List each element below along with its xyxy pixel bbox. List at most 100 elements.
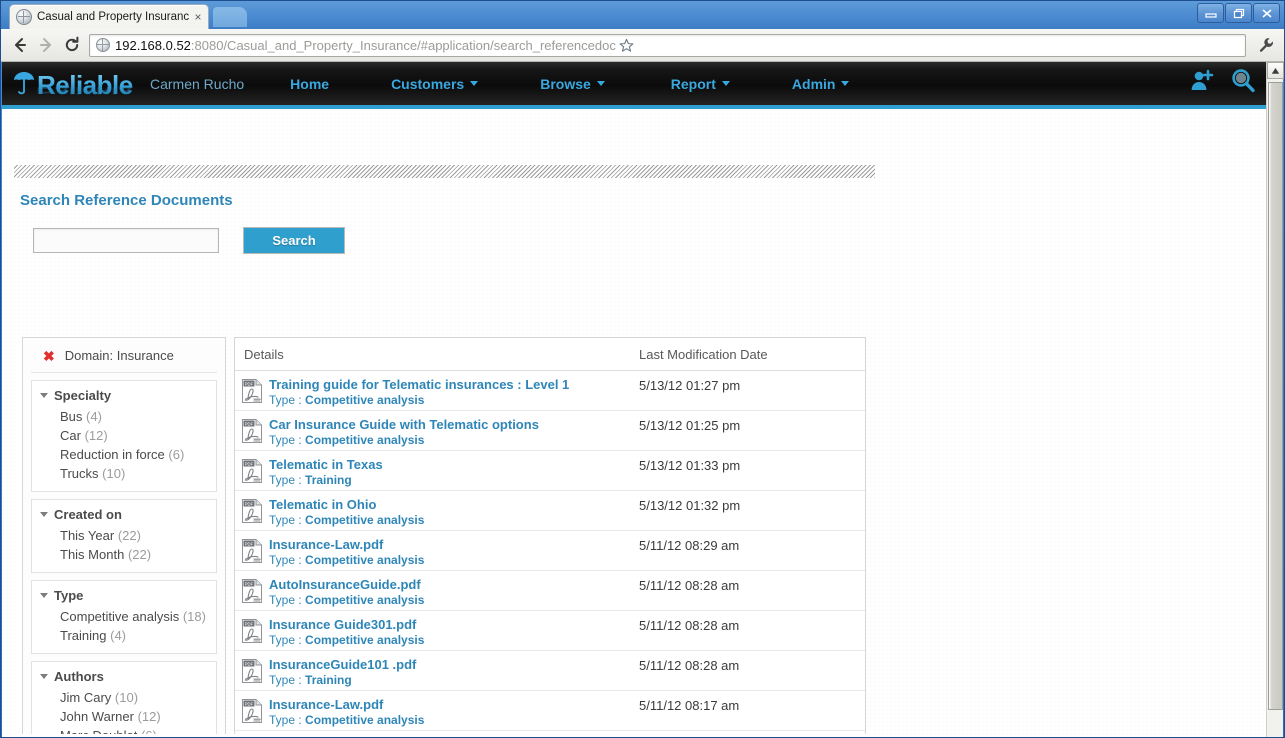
svg-text:Adobe: Adobe bbox=[252, 519, 261, 523]
facet-item[interactable]: Jim Cary (10) bbox=[32, 688, 216, 707]
document-title-link[interactable]: AutoInsuranceGuide.pdf bbox=[269, 577, 639, 593]
facet-item[interactable]: Competitive analysis (18) bbox=[32, 607, 216, 626]
document-type-value: Competitive analysis bbox=[305, 433, 425, 447]
pdf-file-icon: PDF Adobe bbox=[235, 377, 269, 404]
bookmark-star-icon[interactable] bbox=[616, 38, 638, 53]
svg-text:PDF: PDF bbox=[245, 461, 254, 466]
table-row[interactable]: PDF Adobe InsuranceGuide101 .pdf Type : Tra… bbox=[235, 651, 865, 691]
forward-button[interactable] bbox=[33, 32, 59, 58]
site-logo[interactable]: Reliable Reliable bbox=[12, 69, 134, 99]
page-scrollbar[interactable] bbox=[1266, 62, 1284, 737]
document-type-prefix: Type : bbox=[269, 553, 306, 567]
table-row[interactable]: PDF Adobe Telematic in Ohio Type : Competit… bbox=[235, 491, 865, 531]
browser-tab-title: Casual and Property Insuranc bbox=[37, 11, 190, 23]
facet-group-header[interactable]: Authors bbox=[32, 668, 216, 688]
facet-group-title: Created on bbox=[54, 507, 122, 522]
document-type: Type : Competitive analysis bbox=[269, 713, 639, 728]
table-row[interactable]: PDFAdobeInsurance Guide301.pdfType : Com… bbox=[235, 611, 865, 651]
last-modification-date: 5/11/12 08:29 am bbox=[639, 538, 740, 553]
facet-item[interactable]: Car (12) bbox=[32, 426, 216, 445]
result-details: Insurance Guide301.pdf Type : Competitive… bbox=[269, 617, 639, 648]
facet-group-type: Type Competitive analysis (18) Training … bbox=[31, 580, 217, 654]
svg-text:PDF: PDF bbox=[245, 501, 254, 506]
table-row[interactable]: PDFAdobeInsurance Guide301.pdfType : Com… bbox=[235, 731, 865, 734]
search-button[interactable]: Search bbox=[243, 227, 345, 254]
facet-item[interactable]: Marc Doublet (6) bbox=[32, 726, 216, 734]
minimize-button[interactable] bbox=[1197, 3, 1224, 23]
column-header-date[interactable]: Last Modification Date bbox=[639, 347, 768, 362]
document-title-link[interactable]: Insurance-Law.pdf bbox=[269, 537, 639, 553]
chrome-menu-wrench-icon[interactable] bbox=[1252, 32, 1280, 58]
add-user-icon[interactable] bbox=[1189, 68, 1215, 99]
facet-item[interactable]: John Warner (12) bbox=[32, 707, 216, 726]
nav-item-admin-label: Admin bbox=[791, 75, 836, 92]
facet-item[interactable]: Reduction in force (6) bbox=[32, 445, 216, 464]
back-button[interactable] bbox=[7, 32, 33, 58]
document-type: Type : Competitive analysis bbox=[269, 553, 639, 568]
reload-button[interactable] bbox=[59, 32, 85, 58]
document-type-value: Training bbox=[305, 473, 352, 487]
svg-text:PDF: PDF bbox=[245, 621, 254, 626]
table-row[interactable]: PDF Adobe Insurance-Law.pdf Type : Competit… bbox=[235, 691, 865, 731]
active-filter-domain[interactable]: ✖ Domain: Insurance bbox=[31, 338, 217, 373]
document-title-link[interactable]: Insurance-Law.pdf bbox=[269, 697, 639, 713]
facet-item[interactable]: Training (4) bbox=[32, 626, 216, 645]
table-row[interactable]: PDF Adobe Training guide for Telematic ins… bbox=[235, 371, 865, 411]
last-modification-date: 5/11/12 08:28 am bbox=[639, 578, 740, 593]
address-bar[interactable]: 192.168.0.52:8080/Casual_and_Property_In… bbox=[89, 33, 1246, 57]
nav-item-customers[interactable]: Customers bbox=[391, 76, 479, 92]
document-title-link[interactable]: InsuranceGuide101 .pdf bbox=[269, 657, 639, 673]
close-window-button[interactable] bbox=[1253, 3, 1280, 23]
document-title-link[interactable]: Training guide for Telematic insurances … bbox=[269, 377, 639, 393]
svg-text:Adobe: Adobe bbox=[252, 479, 261, 483]
last-modification-date: 5/11/12 08:28 am bbox=[639, 658, 740, 673]
facet-group-header[interactable]: Created on bbox=[32, 506, 216, 526]
table-row[interactable]: PDF Adobe Car Insurance Guide with Telemat… bbox=[235, 411, 865, 451]
document-title-link[interactable]: Telematic in Ohio bbox=[269, 497, 639, 513]
scroll-up-arrow-icon[interactable] bbox=[1267, 62, 1284, 79]
pdf-file-icon: PDF Adobe bbox=[235, 497, 269, 524]
facet-group-header[interactable]: Type bbox=[32, 587, 216, 607]
browser-tab[interactable]: Casual and Property Insuranc × bbox=[9, 4, 209, 29]
nav-item-home-label: Home bbox=[290, 75, 330, 92]
facet-item[interactable]: Bus (4) bbox=[32, 407, 216, 426]
facet-item[interactable]: This Year (22) bbox=[32, 526, 216, 545]
column-header-details[interactable]: Details bbox=[235, 347, 639, 362]
nav-item-admin[interactable]: Admin bbox=[792, 76, 850, 92]
facet-group-title: Specialty bbox=[54, 388, 112, 403]
facet-item-count: (4) bbox=[86, 409, 102, 424]
maximize-restore-button[interactable] bbox=[1225, 3, 1252, 23]
facet-group-header[interactable]: Specialty bbox=[32, 387, 216, 407]
browser-window: Casual and Property Insuranc × 192.168.0… bbox=[0, 0, 1285, 738]
scrollbar-thumb[interactable] bbox=[1268, 82, 1283, 710]
close-icon[interactable]: × bbox=[192, 11, 204, 23]
document-type-value: Training bbox=[305, 673, 352, 687]
table-row[interactable]: PDF Adobe Telematic in Texas Type : Trainin… bbox=[235, 451, 865, 491]
pdf-file-icon: PDF Adobe bbox=[235, 577, 269, 604]
nav-item-browse[interactable]: Browse bbox=[540, 76, 605, 92]
svg-text:PDF: PDF bbox=[245, 381, 254, 386]
page-content: Search Reference Documents Search ✖ Doma… bbox=[2, 109, 1269, 734]
facets-sidebar: ✖ Domain: Insurance Specialty Bus (4) Ca… bbox=[22, 337, 226, 734]
nav-item-home[interactable]: Home bbox=[290, 76, 329, 92]
search-icon[interactable] bbox=[1229, 67, 1257, 100]
facet-item-count: (10) bbox=[114, 690, 139, 705]
document-title-link[interactable]: Insurance Guide301.pdf bbox=[269, 617, 639, 633]
search-input[interactable] bbox=[33, 228, 219, 253]
facet-item[interactable]: This Month (22) bbox=[32, 545, 216, 564]
document-title-link[interactable]: Car Insurance Guide with Telematic optio… bbox=[269, 417, 639, 433]
new-tab-button[interactable] bbox=[213, 7, 247, 27]
document-title-link[interactable]: Telematic in Texas bbox=[269, 457, 639, 473]
table-row[interactable]: PDF Adobe Insurance-Law.pdf Type : Competit… bbox=[235, 531, 865, 571]
facet-item[interactable]: Trucks (10) bbox=[32, 464, 216, 483]
chevron-down-icon bbox=[841, 81, 850, 86]
document-type-prefix: Type : bbox=[269, 593, 306, 607]
chevron-down-icon bbox=[470, 81, 479, 86]
table-row[interactable]: PDF Adobe AutoInsuranceGuide.pdf Type : Com… bbox=[235, 571, 865, 611]
hatched-placeholder-bar bbox=[14, 165, 875, 178]
last-modification-date: 5/13/12 01:27 pm bbox=[639, 378, 741, 393]
document-type: Type : Competitive analysis bbox=[269, 433, 639, 448]
nav-item-report[interactable]: Report bbox=[671, 76, 730, 92]
remove-filter-icon[interactable]: ✖ bbox=[43, 349, 55, 363]
chevron-down-icon bbox=[40, 393, 48, 398]
